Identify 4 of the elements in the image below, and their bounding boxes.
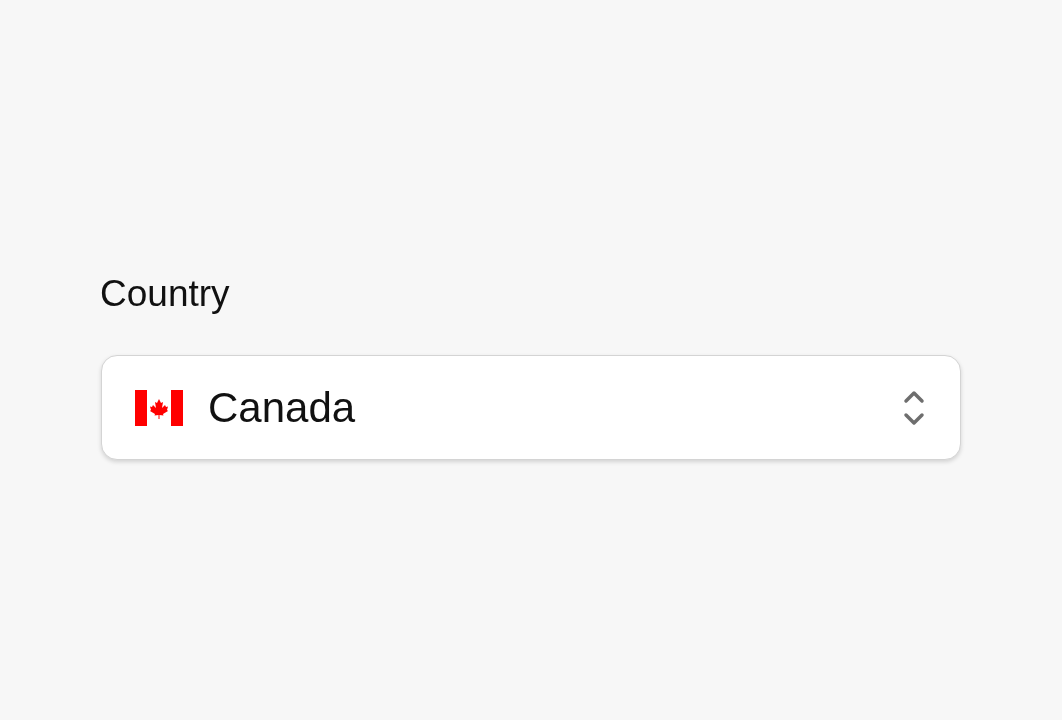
- maple-leaf-flag-icon: [135, 389, 183, 426]
- up-down-chevron-icon: [903, 388, 925, 427]
- field-label: Country: [100, 272, 230, 316]
- country-select[interactable]: Canada: [101, 355, 961, 460]
